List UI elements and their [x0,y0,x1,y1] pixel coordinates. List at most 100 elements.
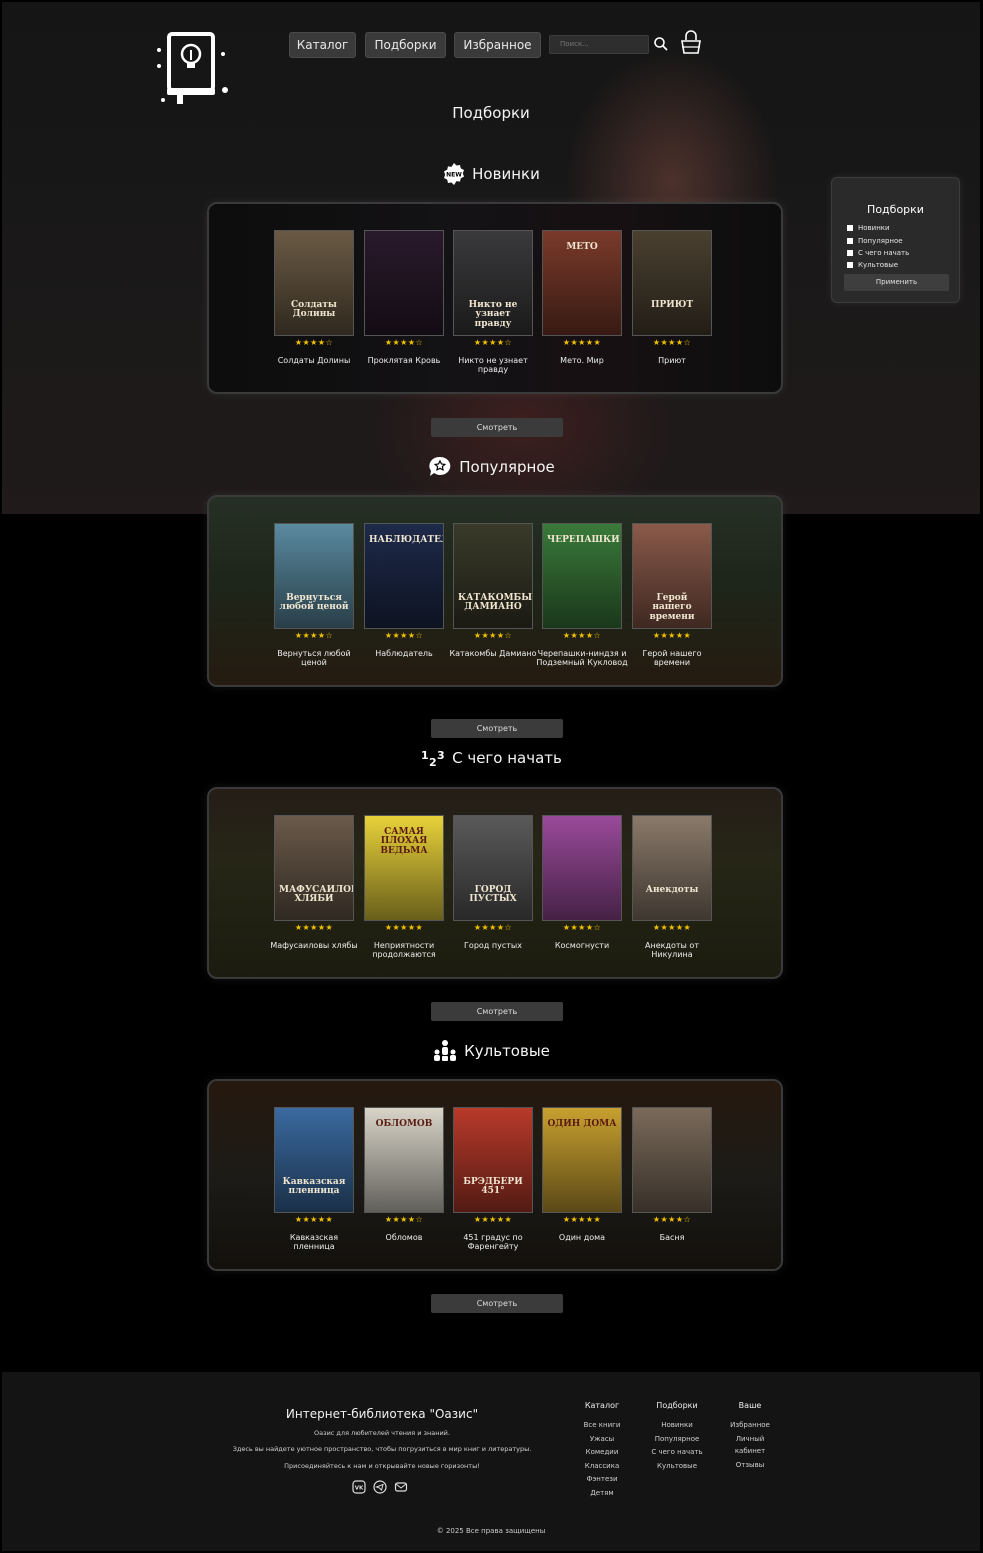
book-card[interactable]: ПРИЮТ ★★★★☆ Приют [632,230,712,365]
cover-title: КАТАКОМБЫ ДАМИАНО [458,593,533,613]
book-title: Приют [658,356,686,365]
book-cover[interactable]: САМАЯ ПЛОХАЯ ВЕДЬМА [364,815,444,921]
cover-title: ОДИН ДОМА [547,1119,617,1129]
nav-collections-button[interactable]: Подборки [365,32,446,58]
book-cover[interactable]: ГОРОД ПУСТЫХ [453,815,533,921]
view-cult-button[interactable]: Смотреть [431,1294,563,1313]
checkbox-icon[interactable] [847,225,853,231]
book-cover[interactable] [542,815,622,921]
filter-item-popular[interactable]: Популярное [847,236,903,246]
svg-text:NEW: NEW [446,172,462,179]
cover-title: ОБЛОМОВ [375,1119,433,1129]
cover-title: Анекдоты [645,885,699,895]
numbers-icon: 1 2 3 [421,749,445,769]
nav-catalog-button[interactable]: Каталог [289,32,356,58]
footer-col-catalog-title: Каталог [584,1401,620,1410]
footer-link[interactable]: Комедии [572,1446,632,1460]
book-card[interactable]: ОДИН ДОМА ★★★★★ Один дома [542,1107,622,1242]
book-cover[interactable]: НАБЛЮДАТЕЛЬ [364,523,444,629]
book-cover[interactable]: БРЭДБЕРИ 451° [453,1107,533,1213]
book-title: Герой нашего времени [642,649,702,667]
search-input[interactable]: Поиск... [549,35,649,54]
book-cover[interactable] [632,1107,712,1213]
footer-link[interactable]: Детям [572,1487,632,1501]
cover-title: ЧЕРЕПАШКИ [547,535,620,545]
book-card[interactable]: ★★★★☆ Проклятая Кровь [364,230,444,365]
filter-item-cult[interactable]: Культовые [847,260,898,270]
cart-icon[interactable] [679,30,703,56]
footer-link[interactable]: С чего начать [637,1446,717,1460]
book-card[interactable]: ★★★★☆ Космогнусти [542,815,622,950]
book-card[interactable]: ЧЕРЕПАШКИ ★★★★☆ Черепашки-ниндзя и Подземн… [536,523,628,667]
new-badge-icon: NEW [444,163,465,185]
book-card[interactable]: Вернуться любой ценой ★★★★☆ Вернуться любо… [274,523,354,667]
book-card[interactable]: Анекдоты ★★★★★ Анекдоты от Никулина [632,815,712,959]
library-logo-icon[interactable] [155,30,229,106]
book-cover[interactable]: ОБЛОМОВ [364,1107,444,1213]
view-new-button[interactable]: Смотреть [431,418,563,437]
book-cover[interactable]: ОДИН ДОМА [542,1107,622,1213]
footer-link[interactable]: Ужасы [572,1433,632,1447]
footer-link[interactable]: Все книги [572,1419,632,1433]
footer-link[interactable]: Культовые [637,1460,717,1474]
footer-link[interactable]: Избранное [720,1419,780,1431]
book-card[interactable]: Никто не узнает правду ★★★★☆ Никто не узна… [453,230,533,374]
book-title: 451 градус по Фаренгейту [463,1233,523,1251]
nav-favorites-button[interactable]: Избранное [454,32,541,58]
book-cover[interactable]: Кавказская пленница [274,1107,354,1213]
book-card[interactable]: Герой нашего времени ★★★★★ Герой нашего вр… [632,523,712,667]
footer-link[interactable]: Популярное [637,1433,717,1447]
book-cover[interactable] [364,230,444,336]
book-cover[interactable]: ЧЕРЕПАШКИ [542,523,622,629]
book-card[interactable]: ★★★★☆ Басня [632,1107,712,1242]
cover-title: Никто не узнает правду [468,300,518,329]
book-card[interactable]: МЕТО ★★★★★ Мето. Мир [542,230,622,365]
book-cover[interactable]: КАТАКОМБЫ ДАМИАНО [453,523,533,629]
view-start-button[interactable]: Смотреть [431,1002,563,1021]
filter-item-new[interactable]: Новинки [847,223,890,233]
checkbox-icon[interactable] [847,238,853,244]
rating-stars: ★★★★☆ [473,631,513,640]
book-title: Неприятности продолжаются [372,941,436,959]
book-card[interactable]: НАБЛЮДАТЕЛЬ ★★★★☆ Наблюдатель [364,523,444,658]
book-card[interactable]: САМАЯ ПЛОХАЯ ВЕДЬМА ★★★★★ Неприятности про… [364,815,444,959]
book-cover[interactable]: Никто не узнает правду [453,230,533,336]
book-title: Черепашки-ниндзя и Подземный Кукловод [536,649,628,667]
book-cover[interactable]: Солдаты Долины [274,230,354,336]
view-popular-button[interactable]: Смотреть [431,719,563,738]
footer-link[interactable]: Фэнтези [572,1473,632,1487]
search-icon[interactable] [653,36,669,52]
book-cover[interactable]: Анекдоты [632,815,712,921]
book-card[interactable]: МАФУСАИЛОВЫ ХЛЯБИ ★★★★★ Мафусаиловы хлябы [270,815,358,950]
book-card[interactable]: ГОРОД ПУСТЫХ ★★★★☆ Город пустых [453,815,533,950]
book-card[interactable]: Кавказская пленница ★★★★★ Кавказская пленн… [274,1107,354,1251]
book-title: Анекдоты от Никулина [645,941,699,959]
mail-icon[interactable] [394,1480,408,1494]
book-title: Наблюдатель [375,649,433,658]
footer-link[interactable]: Отзывы [720,1459,780,1471]
checkbox-icon[interactable] [847,250,853,256]
apply-filter-button[interactable]: Применить [844,274,949,291]
book-cover[interactable]: Герой нашего времени [632,523,712,629]
footer-link[interactable]: Новинки [637,1419,717,1433]
book-cover[interactable]: ПРИЮТ [632,230,712,336]
rating-stars: ★★★★☆ [652,1215,692,1224]
book-card[interactable]: БРЭДБЕРИ 451° ★★★★★ 451 градус по Фаренгей… [453,1107,533,1251]
filter-item-start[interactable]: С чего начать [847,248,909,258]
book-card[interactable]: КАТАКОМБЫ ДАМИАНО ★★★★☆ Катакомбы Дамиано [449,523,537,658]
book-cover[interactable]: Вернуться любой ценой [274,523,354,629]
book-title: Басня [659,1233,685,1242]
book-card[interactable]: ОБЛОМОВ ★★★★☆ Обломов [364,1107,444,1242]
book-cover[interactable]: МАФУСАИЛОВЫ ХЛЯБИ [274,815,354,921]
telegram-icon[interactable] [373,1480,387,1494]
collections-filter-box: Подборки Новинки Популярное С чего начат… [831,177,960,303]
cover-title: САМАЯ ПЛОХАЯ ВЕДЬМА [380,827,428,856]
cover-title: ГОРОД ПУСТЫХ [469,885,517,905]
book-card[interactable]: Солдаты Долины ★★★★☆ Солдаты Долины [274,230,354,365]
footer-link[interactable]: Личный кабинет [730,1433,770,1457]
cover-title: Кавказская пленница [282,1177,346,1197]
book-cover[interactable]: МЕТО [542,230,622,336]
vk-icon[interactable]: VK [352,1480,366,1494]
checkbox-icon[interactable] [847,262,853,268]
footer-link[interactable]: Классика [572,1460,632,1474]
